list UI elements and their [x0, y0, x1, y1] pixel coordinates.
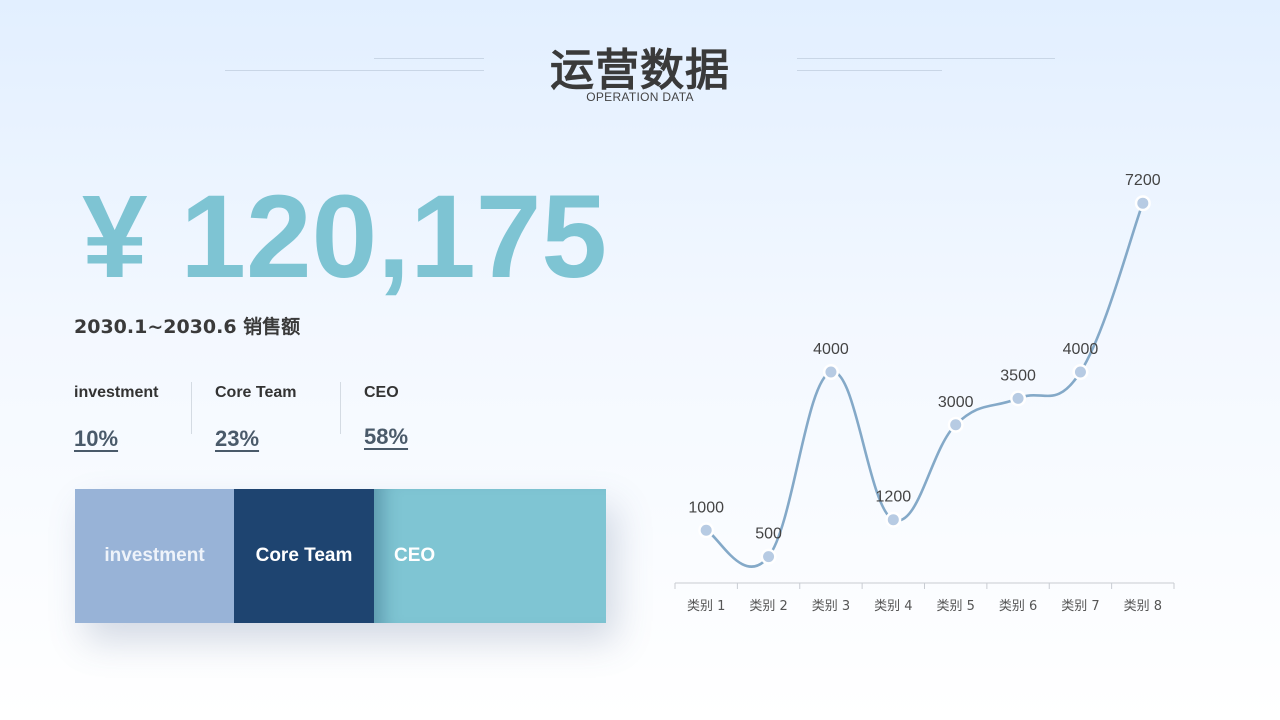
data-point [763, 551, 775, 563]
series-line [704, 201, 1145, 568]
data-label: 3000 [938, 394, 974, 411]
data-point [825, 366, 837, 378]
data-point [1012, 392, 1024, 404]
data-point [700, 524, 712, 536]
data-label: 4000 [1063, 341, 1099, 358]
x-tick-label: 类别 8 [1124, 599, 1162, 614]
x-tick-label: 类别 2 [749, 599, 787, 614]
x-tick-label: 类别 6 [999, 599, 1037, 614]
data-point [1137, 197, 1149, 209]
x-tick-label: 类别 4 [874, 599, 912, 614]
data-point [887, 514, 899, 526]
data-label: 1000 [688, 499, 724, 516]
data-label: 7200 [1125, 172, 1161, 189]
data-point [1074, 366, 1086, 378]
x-tick-label: 类别 1 [687, 599, 725, 614]
x-tick-label: 类别 7 [1061, 599, 1099, 614]
x-tick-label: 类别 3 [812, 599, 850, 614]
data-label: 1200 [876, 489, 912, 506]
data-label: 4000 [813, 341, 849, 358]
x-tick-label: 类别 5 [936, 599, 974, 614]
data-label: 500 [755, 526, 782, 543]
data-point [950, 419, 962, 431]
line-chart: 类别 1 类别 2 类别 3 类别 4 类别 5 类别 6 类别 7 类别 8 1000 500 4… [674, 172, 1175, 614]
data-label: 3500 [1000, 367, 1036, 384]
